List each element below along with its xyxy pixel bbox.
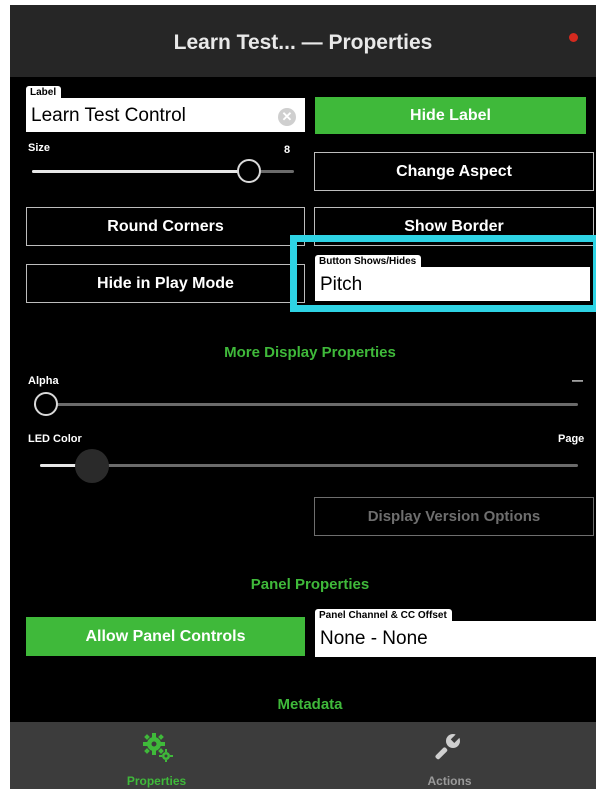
alpha-label: Alpha xyxy=(28,375,59,387)
hide-in-play-mode-button[interactable]: Hide in Play Mode xyxy=(26,264,305,303)
panel-properties-heading: Panel Properties xyxy=(250,576,370,593)
alpha-value: — xyxy=(572,375,583,387)
properties-window: Learn Test... — Properties Label Learn T… xyxy=(10,5,596,789)
wrench-icon xyxy=(435,733,460,760)
tab-actions-label: Actions xyxy=(427,774,472,788)
clear-text-icon[interactable]: ✕ xyxy=(278,108,296,126)
tab-actions[interactable]: Actions xyxy=(303,722,596,789)
alpha-slider[interactable] xyxy=(34,392,578,418)
led-color-label: LED Color xyxy=(28,433,82,445)
led-color-value: Page xyxy=(558,433,585,445)
size-slider[interactable] xyxy=(32,159,294,185)
allow-panel-controls-button[interactable]: Allow Panel Controls xyxy=(26,617,305,656)
label-input[interactable]: Learn Test Control xyxy=(26,98,305,132)
display-version-options-button[interactable]: Display Version Options xyxy=(314,497,594,536)
led-color-slider-track xyxy=(40,464,578,467)
alpha-slider-thumb[interactable] xyxy=(34,392,58,416)
title-bar: Learn Test... — Properties xyxy=(10,5,596,77)
more-display-properties-heading: More Display Properties xyxy=(224,344,396,361)
label-input-value: Learn Test Control xyxy=(31,105,186,126)
alpha-slider-track xyxy=(34,403,578,406)
size-slider-fill xyxy=(32,170,249,173)
round-corners-button[interactable]: Round Corners xyxy=(26,207,305,246)
change-aspect-button[interactable]: Change Aspect xyxy=(314,152,594,191)
panel-channel-value: None - None xyxy=(320,628,428,649)
led-color-slider-thumb[interactable] xyxy=(75,449,109,483)
metadata-heading: Metadata xyxy=(277,696,343,713)
focus-highlight xyxy=(290,235,596,312)
tab-properties[interactable]: Properties xyxy=(10,722,303,789)
hide-label-button[interactable]: Hide Label xyxy=(315,97,586,134)
tab-properties-label: Properties xyxy=(126,774,187,788)
bottom-tab-bar: Properties Actions xyxy=(10,722,596,789)
record-indicator-icon xyxy=(569,33,578,42)
size-label: Size xyxy=(28,142,51,154)
gears-icon xyxy=(143,733,173,762)
size-value: 8 xyxy=(284,144,291,156)
led-color-slider[interactable] xyxy=(40,449,578,483)
size-slider-thumb[interactable] xyxy=(237,159,261,183)
panel-channel-input[interactable]: None - None xyxy=(315,621,596,657)
window-title: Learn Test... — Properties xyxy=(173,31,433,54)
